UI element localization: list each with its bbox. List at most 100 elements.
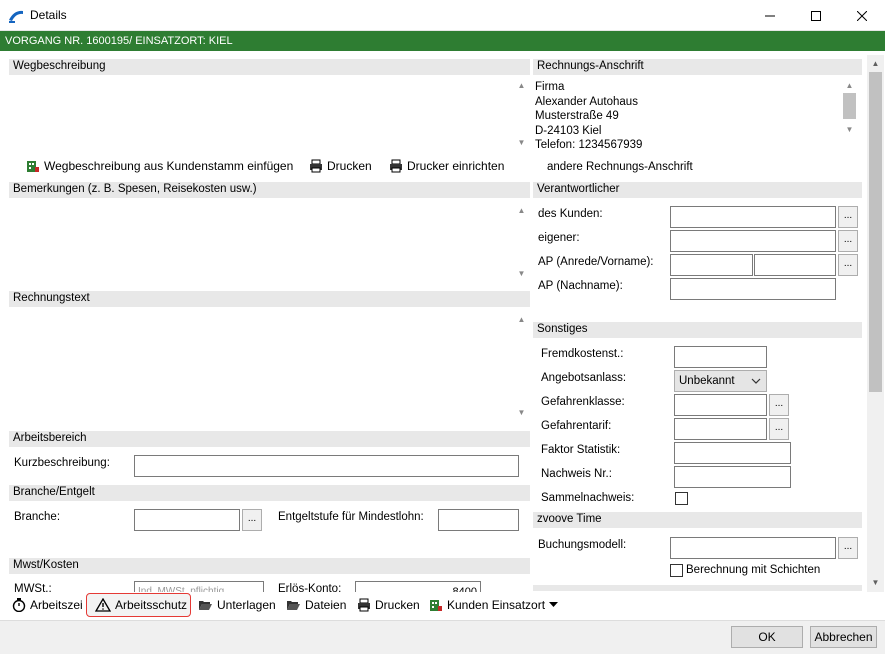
erloes-konto-input[interactable]: 8400 [355,581,481,592]
printer-settings-icon [390,159,402,173]
mwst-heading: Mwst/Kosten [9,558,530,574]
gefahrentarif-lookup-button[interactable]: ... [769,418,789,440]
building-icon [27,161,39,172]
close-icon [857,10,867,21]
kunden-einsatzort-dropdown[interactable]: Kunden Einsatzort [429,598,559,612]
anschrift-line: D-24103 Kiel [535,124,602,137]
scroll-thumb[interactable] [869,72,882,392]
kurzbeschreibung-input[interactable] [134,455,519,477]
scroll-up-icon[interactable]: ▲ [867,59,884,68]
maximize-button[interactable] [793,0,839,31]
bottom-toolbar: Arbeitszei Arbeitsschutz Unterlagen Date… [0,592,885,620]
fremdkostenst-label: Fremdkostenst.: [541,348,624,360]
ap-anrede-input[interactable] [670,254,753,276]
maximize-icon [811,10,821,21]
anschrift-line: Alexander Autohaus [535,95,638,108]
buchungsmodell-label: Buchungsmodell: [538,539,627,551]
andere-rechnungs-anschrift-link[interactable]: andere Rechnungs-Anschrift [547,161,693,173]
erloes-konto-label: Erlös-Konto: [278,583,342,592]
fremdkostenst-input[interactable] [674,346,767,368]
gefahrenklasse-input[interactable] [674,394,767,416]
unterlagen-button[interactable]: Unterlagen [198,598,276,612]
wegbeschreibung-einfuegen-button[interactable]: Wegbeschreibung aus Kundenstamm einfügen [26,159,293,173]
buchungsmodell-input[interactable] [670,537,836,559]
scroll-down-icon[interactable]: ▼ [867,578,884,587]
rechnungstext-scrollbar[interactable]: ▲ ▼ [513,309,530,423]
faktor-statistik-input[interactable] [674,442,791,464]
main-scrollbar[interactable]: ▲ ▼ [867,55,884,592]
ap-lookup-button[interactable]: ... [838,254,858,276]
faktor-statistik-label: Faktor Statistik: [541,444,621,456]
ap-vorname-input[interactable] [754,254,836,276]
des-kunden-label: des Kunden: [538,208,603,220]
arbeitsschutz-label: Arbeitsschutz [115,598,188,612]
gefahrentarif-label: Gefahrentarif: [541,420,612,432]
unterlagen-label: Unterlagen [217,598,276,612]
chevron-down-icon [751,378,761,384]
einfuegen-label: Wegbeschreibung aus Kundenstamm einfügen [44,159,294,173]
eigener-input[interactable] [670,230,836,252]
anschrift-scrollbar[interactable]: ▲ ▼ [841,77,858,151]
abbrechen-button[interactable]: Abbrechen [810,626,877,648]
angebotsanlass-value: Unbekannt [679,375,735,387]
rechnungstext-textarea[interactable]: ▲ ▼ [9,309,530,423]
anschrift-line: Firma [535,81,565,93]
arbeitsschutz-button[interactable]: Arbeitsschutz [86,593,192,617]
nachweis-nr-input[interactable] [674,466,791,488]
buchungsmodell-lookup-button[interactable]: ... [838,537,858,559]
stopwatch-icon [12,598,26,612]
zvoove-time-heading: zvoove Time [533,512,862,528]
arbeitszeit-label: Arbeitszei [30,598,83,612]
drucken-button[interactable]: Drucken [357,598,420,612]
berechnung-schichten-checkbox[interactable] [670,564,683,577]
des-kunden-lookup-button[interactable]: ... [838,206,858,228]
printer-icon [310,159,322,173]
printer-icon [358,598,370,612]
close-button[interactable] [839,0,885,31]
wegbeschreibung-scrollbar[interactable]: ▲ ▼ [513,77,530,151]
dateien-label: Dateien [305,598,347,612]
dateien-button[interactable]: Dateien [286,598,346,612]
content-area: Wegbeschreibung ▲ ▼ Wegbeschreibung aus … [0,51,885,592]
minimize-icon [765,15,775,16]
wegbeschreibung-heading: Wegbeschreibung [9,59,530,75]
drucker-einrichten-button[interactable]: Drucker einrichten [389,159,504,173]
angebotsanlass-select[interactable]: Unbekannt [674,370,767,392]
sammelnachweis-checkbox[interactable] [675,492,688,505]
branche-heading: Branche/Entgelt [9,485,530,501]
app-logo-icon [9,10,23,23]
mwst-select[interactable]: Ind. MWSt. pflichtig [134,581,264,592]
bemerkungen-textarea[interactable]: ▲ ▼ [9,200,530,283]
gefahrenklasse-lookup-button[interactable]: ... [769,394,789,416]
warning-icon [95,598,111,612]
angebotsanlass-label: Angebotsanlass: [541,372,627,384]
eigener-label: eigener: [538,232,580,244]
title-bar: Details [0,0,885,31]
gefahrentarif-input[interactable] [674,418,767,440]
rechnungstext-heading: Rechnungstext [9,291,530,307]
kurzbeschreibung-label: Kurzbeschreibung: [14,457,110,469]
ap-nachname-input[interactable] [670,278,836,300]
building-icon [430,600,442,611]
eigener-lookup-button[interactable]: ... [838,230,858,252]
minimize-button[interactable] [747,0,793,31]
arbeitszeit-button[interactable]: Arbeitszei [12,598,83,612]
branche-label: Branche: [14,511,61,523]
nachweis-nr-label: Nachweis Nr.: [541,468,612,480]
wegbeschreibung-textarea[interactable]: ▲ ▼ [9,77,530,151]
anschrift-line: Telefon: 1234567939 [535,139,643,151]
branche-input[interactable] [134,509,240,531]
branche-lookup-button[interactable]: ... [242,509,262,531]
berechnung-schichten-label: Berechnung mit Schichten [686,564,821,576]
mwst-label: MWSt.: [14,583,52,592]
sammelnachweis-label: Sammelnachweis: [541,492,635,504]
ok-button[interactable]: OK [731,626,803,648]
weg-drucken-button[interactable]: Drucken [309,159,372,173]
entgeltstufe-input[interactable] [438,509,519,531]
anschrift-line: Musterstraße 49 [535,110,619,122]
ap-nachname-label: AP (Nachname): [538,280,623,292]
bemerkungen-scrollbar[interactable]: ▲ ▼ [513,200,530,283]
drucker-einrichten-label: Drucker einrichten [407,159,505,173]
drucken-label: Drucken [327,159,372,173]
des-kunden-input[interactable] [670,206,836,228]
